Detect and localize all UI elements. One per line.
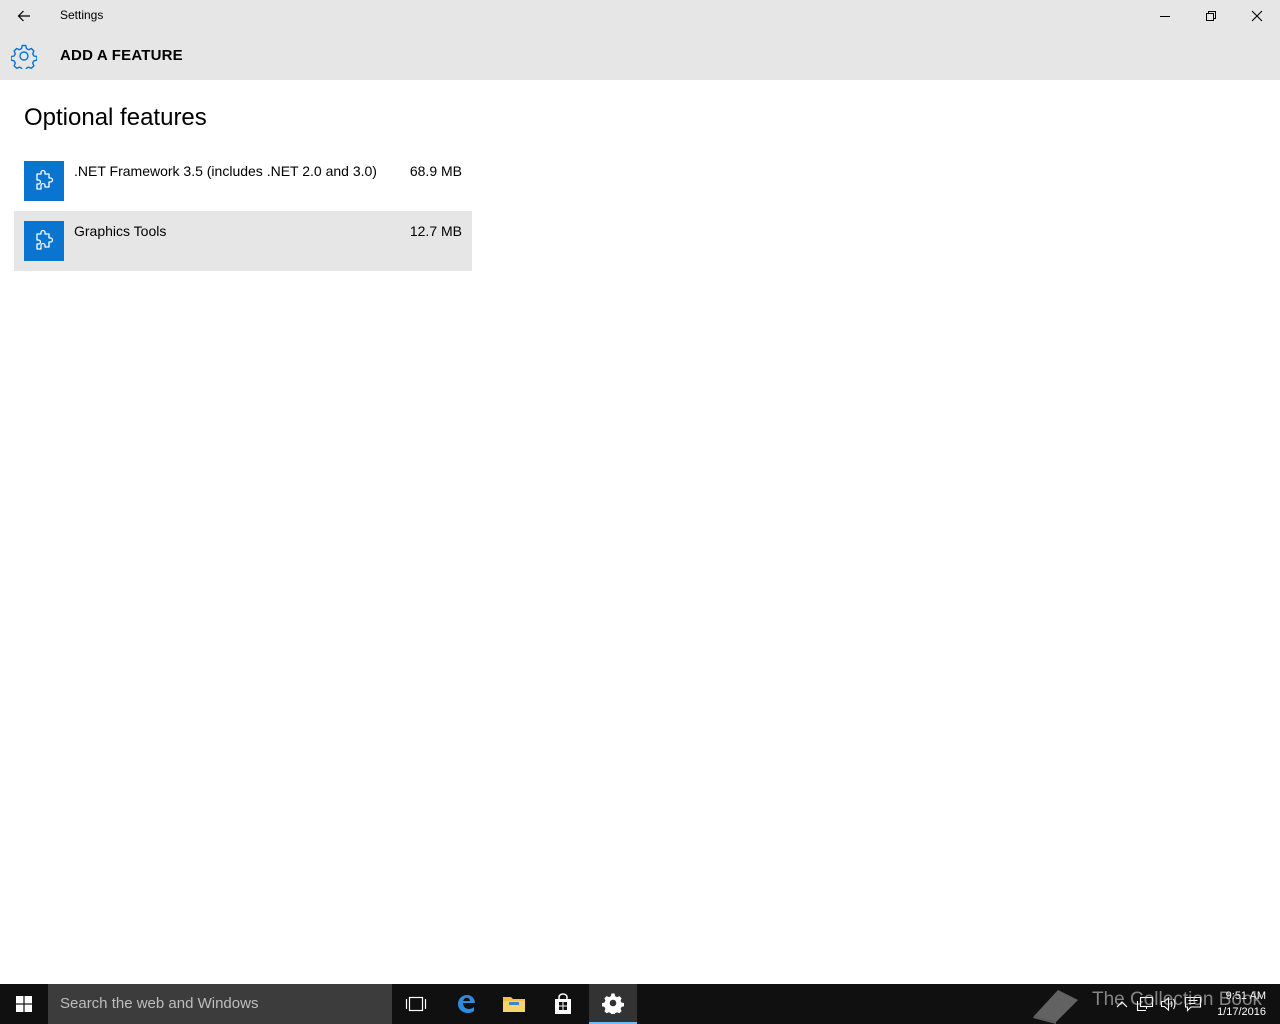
gear-icon [602,993,624,1014]
page-title: Optional features [24,104,207,131]
chevron-up-icon [1116,1001,1128,1008]
edge-button[interactable] [442,984,490,1024]
feature-size: 68.9 MB [409,163,462,179]
feature-name: Graphics Tools [74,223,167,239]
clock-date: 1/17/2016 [1217,1006,1266,1018]
minimize-button[interactable] [1142,0,1188,32]
restore-icon [1206,11,1216,21]
puzzle-piece-icon [36,229,54,250]
header-title: ADD A FEATURE [60,47,183,64]
task-view-icon [405,996,427,1012]
feature-item-graphics-tools[interactable]: Graphics Tools 12.7 MB [14,211,472,271]
settings-taskbar-button[interactable] [589,984,637,1024]
start-button[interactable] [0,984,48,1024]
volume-icon [1160,996,1176,1012]
app-title: Settings [60,8,104,22]
page-header: ADD A FEATURE [0,32,1280,80]
settings-window: Settings ADD A FEATURE Optional features… [0,0,1280,984]
store-bag-icon [555,993,571,1014]
file-explorer-button[interactable] [490,984,538,1024]
feature-tile [24,221,64,261]
store-button[interactable] [539,984,587,1024]
back-arrow-icon [17,10,30,22]
action-center-icon [1184,996,1202,1012]
minimize-icon [1160,16,1170,17]
taskbar: Search the web and Windows 9:51 AM 1/17/… [0,984,1280,1024]
feature-tile [24,161,64,201]
volume-tray-button[interactable] [1159,994,1179,1014]
show-hidden-icons-button[interactable] [1112,994,1132,1014]
title-bar: Settings [0,0,1280,32]
feature-name: .NET Framework 3.5 (includes .NET 2.0 an… [74,163,377,179]
taskbar-clock[interactable]: 9:51 AM 1/17/2016 [1217,988,1266,1020]
clock-time: 9:51 AM [1225,990,1266,1002]
feature-list: .NET Framework 3.5 (includes .NET 2.0 an… [14,151,472,271]
feature-size: 12.7 MB [409,223,462,239]
action-center-button[interactable] [1183,994,1203,1014]
edge-browser-icon [458,995,475,1013]
feature-item-dotnet[interactable]: .NET Framework 3.5 (includes .NET 2.0 an… [14,151,472,211]
puzzle-piece-icon [36,169,54,190]
task-view-button[interactable] [392,984,440,1024]
folder-icon [503,997,525,1012]
close-button[interactable] [1234,0,1280,32]
windows-logo-icon [16,996,32,1012]
back-button[interactable] [0,0,48,32]
network-icon [1136,996,1154,1012]
network-tray-button[interactable] [1135,994,1155,1014]
close-icon [1251,10,1263,22]
gear-icon [11,44,37,69]
restore-button[interactable] [1188,0,1234,32]
taskbar-search-input[interactable]: Search the web and Windows [48,984,392,1024]
